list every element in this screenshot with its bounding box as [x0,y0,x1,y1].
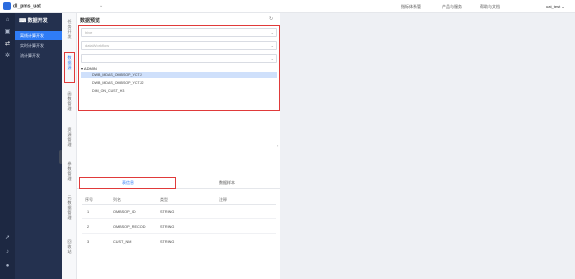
table-select[interactable]: ⌄ [81,54,277,63]
bell-icon[interactable]: ♪ [4,249,11,256]
table-cell: STRING [160,210,175,214]
top-link-indicator[interactable]: 指标体系管 [401,4,421,10]
home-icon[interactable]: ⌂ [4,17,11,24]
top-bar: dl_pms_uat ⌄ 指标体系管 产品与服务 帮助与文档 uat_test … [0,0,575,13]
sidebar-nav: ⌨ 数据开发 离线计算开发 实时计算开发 流计算开发 [15,13,62,279]
table-cell: 1 [87,210,90,214]
table-cell: STRING [160,240,175,244]
user-name: uat_test [546,4,561,9]
settings-icon[interactable]: ✲ [4,53,11,60]
chevron-down-icon: ⌄ [270,30,274,35]
row-divider [82,233,276,234]
database-select-value: dataWorkflow [85,43,110,48]
column-header-comment: 注释 [219,197,227,202]
data-preview-panel: 数据预览 ↻ hive ⌄ dataWorkflow ⌄ ⌄ ▾ ADMIN DWB… [77,13,280,279]
nav-title: ⌨ 数据开发 [19,17,48,24]
panel-title: 数据预览 [80,18,101,24]
icon-rail: ⌂ ▣ ⇄ ✲ ➚ ♪ ● [0,13,15,279]
table-cell: CUST_NM [113,240,132,244]
vtab-resources[interactable]: 资源管理 [62,127,77,147]
column-header-type: 类型 [160,197,168,202]
highlight-form [78,25,280,111]
vtab-params[interactable]: 参数管理 [62,161,77,181]
cube-icon[interactable]: ▣ [4,29,11,36]
top-link-products[interactable]: 产品与服务 [442,4,462,10]
row-divider [82,218,276,219]
refresh-icon[interactable]: ↻ [269,16,273,22]
column-header-name: 列名 [113,197,121,202]
project-dropdown-icon[interactable]: ⌄ [99,3,103,9]
vtab-task-dev[interactable]: 任务开发 [62,19,77,39]
nav-title-label: 数据开发 [27,18,48,24]
tree-item[interactable]: DIM_ON_CUST_H3 [81,88,277,94]
chevron-down-icon: ⌄ [270,56,274,61]
app-logo[interactable]: dl_pms_uat [3,2,41,10]
column-header-index: 序号 [85,197,93,202]
dev-icon: ⌨ [19,18,28,24]
engine-select-value: hive [85,30,93,35]
workspace-area [281,13,575,279]
tree-root[interactable]: ▾ ADMIN [81,66,97,71]
table-cell: STRING [160,225,175,229]
vtab-recycle-bin[interactable]: 回收站 [62,239,77,254]
tab-data-sample[interactable]: 数据样本 [219,180,235,186]
database-select[interactable]: dataWorkflow ⌄ [81,41,277,50]
user-icon[interactable]: ● [4,263,11,270]
vtab-metadata[interactable]: 元数据管理 [62,195,77,220]
tree-root-label: ADMIN [83,66,97,71]
flow-icon[interactable]: ⇄ [4,41,11,48]
highlight-vtab [64,52,75,83]
top-link-help[interactable]: 帮助与文档 [480,4,500,10]
panel-collapse-icon[interactable]: ‹ [277,143,278,148]
tree-item[interactable]: DWB_MDAS_OMBSOP_YCTJ2 [81,80,277,86]
nav-item-realtime[interactable]: 实时计算开发 [15,41,62,50]
tree-item[interactable]: DWB_MDAS_OMBSOP_YCTJ [81,72,277,78]
table-cell: 3 [87,240,90,244]
nav-item-stream[interactable]: 流计算开发 [15,51,62,60]
user-menu[interactable]: uat_test ⌄ [546,4,565,9]
app-name: dl_pms_uat [13,3,41,10]
engine-select[interactable]: hive ⌄ [81,28,277,37]
rocket-icon[interactable]: ➚ [4,235,11,242]
highlight-tab [79,177,176,189]
table-cell: OMBSOP_RECOD [113,225,146,229]
nav-item-offline[interactable]: 离线计算开发 [15,31,62,40]
table-cell: OMBSOP_ID [113,210,136,214]
logo-icon [3,2,11,10]
table-header-divider [82,204,276,205]
table-cell: 2 [87,225,90,229]
vtab-functions[interactable]: 函数管理 [62,91,77,111]
chevron-down-icon: ⌄ [270,43,274,48]
